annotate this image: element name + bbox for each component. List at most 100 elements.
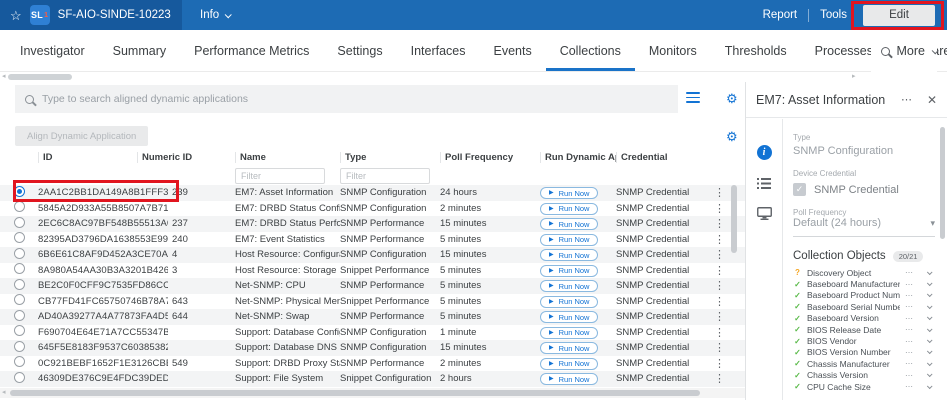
object-more-icon[interactable]: ⋯ <box>905 371 914 380</box>
tab-summary[interactable]: Summary <box>99 30 180 71</box>
close-icon[interactable]: ✕ <box>927 93 937 107</box>
row-radio[interactable] <box>14 341 25 352</box>
object-more-icon[interactable]: ⋯ <box>905 314 914 323</box>
row-radio[interactable] <box>14 232 25 243</box>
collection-object-row[interactable]: ✓ Baseboard Manufacturer ⋯ <box>793 278 935 289</box>
object-more-icon[interactable]: ⋯ <box>905 359 914 368</box>
collection-object-row[interactable]: ✓ BIOS Version Number ⋯ <box>793 347 935 358</box>
row-radio[interactable] <box>14 201 25 212</box>
tab-collections[interactable]: Collections <box>546 30 635 71</box>
collection-object-row[interactable]: ✓ Baseboard Serial Number ⋯ <box>793 301 935 312</box>
scroll-left-icon[interactable]: ◂ <box>2 388 6 398</box>
name-filter-input[interactable] <box>235 168 325 184</box>
row-menu-icon[interactable]: ⋮ <box>714 326 745 339</box>
run-now-button[interactable]: ▶Run Now <box>540 342 598 354</box>
tab-monitors[interactable]: Monitors <box>635 30 711 71</box>
run-now-button[interactable]: ▶Run Now <box>540 203 598 215</box>
column-run-dynamic-app[interactable]: Run Dynamic App <box>540 152 616 163</box>
info-dropdown[interactable]: Info <box>200 9 230 21</box>
search-input[interactable] <box>42 93 678 105</box>
row-radio[interactable] <box>14 310 25 321</box>
scroll-left-icon[interactable]: ◂ <box>2 72 6 82</box>
report-button[interactable]: Report <box>763 9 798 21</box>
row-menu-icon[interactable]: ⋮ <box>714 372 745 385</box>
run-now-button[interactable]: ▶Run Now <box>540 187 598 199</box>
run-now-button[interactable]: ▶Run Now <box>540 327 598 339</box>
chevron-down-icon[interactable] <box>927 292 933 298</box>
list-tab-icon[interactable] <box>757 178 771 189</box>
chevron-down-icon[interactable] <box>927 281 933 287</box>
chevron-down-icon[interactable] <box>927 269 933 275</box>
tab-settings[interactable]: Settings <box>323 30 396 71</box>
row-menu-icon[interactable]: ⋮ <box>714 264 745 277</box>
row-radio[interactable] <box>14 186 25 197</box>
table-row[interactable]: 46309DE376C9E4FDC39DED Support: File Sys… <box>0 371 745 387</box>
row-menu-icon[interactable]: ⋮ <box>714 202 745 215</box>
collection-object-row[interactable]: ✓ Chassis Version ⋯ <box>793 370 935 381</box>
collection-object-row[interactable]: ✓ BIOS Vendor ⋯ <box>793 335 935 346</box>
row-radio[interactable] <box>14 279 25 290</box>
object-more-icon[interactable]: ⋯ <box>905 280 914 289</box>
credential-checkbox[interactable]: ✓ <box>793 183 806 196</box>
table-row[interactable]: 8A980A54AA30B3A3201B426 3 Host Resource:… <box>0 263 745 279</box>
row-menu-icon[interactable]: ⋮ <box>714 310 745 323</box>
row-menu-icon[interactable]: ⋮ <box>714 186 745 199</box>
collection-object-row[interactable]: ✓ BIOS Release Date ⋯ <box>793 324 935 335</box>
row-radio[interactable] <box>14 217 25 228</box>
tab-investigator[interactable]: Investigator <box>6 30 99 71</box>
row-radio[interactable] <box>14 294 25 305</box>
table-row[interactable]: AD40A39277A4A77873FA4D5 644 Net-SNMP: Sw… <box>0 309 745 325</box>
column-name[interactable]: Name <box>235 152 340 163</box>
column-credential[interactable]: Credential <box>616 152 714 163</box>
favorite-star-icon[interactable]: ☆ <box>10 9 22 22</box>
object-more-icon[interactable]: ⋯ <box>905 291 914 300</box>
run-now-button[interactable]: ▶Run Now <box>540 358 598 370</box>
search-bar[interactable] <box>15 85 678 113</box>
gear-icon[interactable]: ⚙ <box>726 92 738 105</box>
table-row[interactable]: F690704E64E71A7CC55347BA Support: Databa… <box>0 325 745 341</box>
chevron-down-icon[interactable] <box>927 303 933 309</box>
table-row[interactable]: 5845A2D933A55B8507A7B71 EM7: DRBD Status… <box>0 201 745 217</box>
tab-events[interactable]: Events <box>479 30 545 71</box>
chevron-down-icon[interactable] <box>927 349 933 355</box>
run-now-button[interactable]: ▶Run Now <box>540 296 598 308</box>
panel-more-icon[interactable]: ⋯ <box>901 93 913 106</box>
search-icon[interactable] <box>881 47 890 56</box>
scroll-right-icon[interactable]: ▸ <box>852 72 856 82</box>
row-menu-icon[interactable]: ⋮ <box>714 279 745 292</box>
table-vertical-scrollbar[interactable] <box>731 185 737 253</box>
edit-button[interactable]: Edit <box>863 5 935 26</box>
object-more-icon[interactable]: ⋯ <box>905 337 914 346</box>
collection-object-row[interactable]: ✓ Chassis Manufacturer ⋯ <box>793 358 935 369</box>
object-more-icon[interactable]: ⋯ <box>905 302 914 311</box>
monitor-tab-icon[interactable] <box>757 207 772 220</box>
poll-frequency-select[interactable]: Default (24 hours) ▾ <box>793 217 935 237</box>
tab-performance-metrics[interactable]: Performance Metrics <box>180 30 323 71</box>
row-menu-icon[interactable]: ⋮ <box>714 341 745 354</box>
table-row[interactable]: 2AA1C2BB1DA149A8B1FFF3A 239 EM7: Asset I… <box>0 185 745 201</box>
row-menu-icon[interactable]: ⋮ <box>714 295 745 308</box>
column-poll-frequency[interactable]: Poll Frequency <box>440 152 540 163</box>
scrollbar-thumb[interactable] <box>8 74 72 80</box>
run-now-button[interactable]: ▶Run Now <box>540 218 598 230</box>
run-now-button[interactable]: ▶Run Now <box>540 280 598 292</box>
run-now-button[interactable]: ▶Run Now <box>540 311 598 323</box>
table-row[interactable]: 0C921BEBF1652F1E3126CBB 549 Support: DRB… <box>0 356 745 372</box>
object-more-icon[interactable]: ⋯ <box>905 382 914 391</box>
chevron-down-icon[interactable] <box>927 315 933 321</box>
row-menu-icon[interactable]: ⋮ <box>714 233 745 246</box>
object-more-icon[interactable]: ⋯ <box>905 348 914 357</box>
row-radio[interactable] <box>14 325 25 336</box>
collection-object-row[interactable]: ✓ Baseboard Version ⋯ <box>793 313 935 324</box>
row-radio[interactable] <box>14 372 25 383</box>
row-radio[interactable] <box>14 356 25 367</box>
row-menu-icon[interactable]: ⋮ <box>714 217 745 230</box>
run-now-button[interactable]: ▶Run Now <box>540 249 598 261</box>
column-id[interactable]: ID <box>38 152 137 163</box>
panel-vertical-scrollbar[interactable] <box>940 127 945 239</box>
collection-object-row[interactable]: ✓ CPU Cache Size ⋯ <box>793 381 935 392</box>
table-horizontal-scrollbar[interactable]: ◂ <box>0 388 745 398</box>
run-now-button[interactable]: ▶Run Now <box>540 265 598 277</box>
more-tabs-menu[interactable]: More <box>871 30 937 72</box>
type-filter-input[interactable] <box>340 168 430 184</box>
